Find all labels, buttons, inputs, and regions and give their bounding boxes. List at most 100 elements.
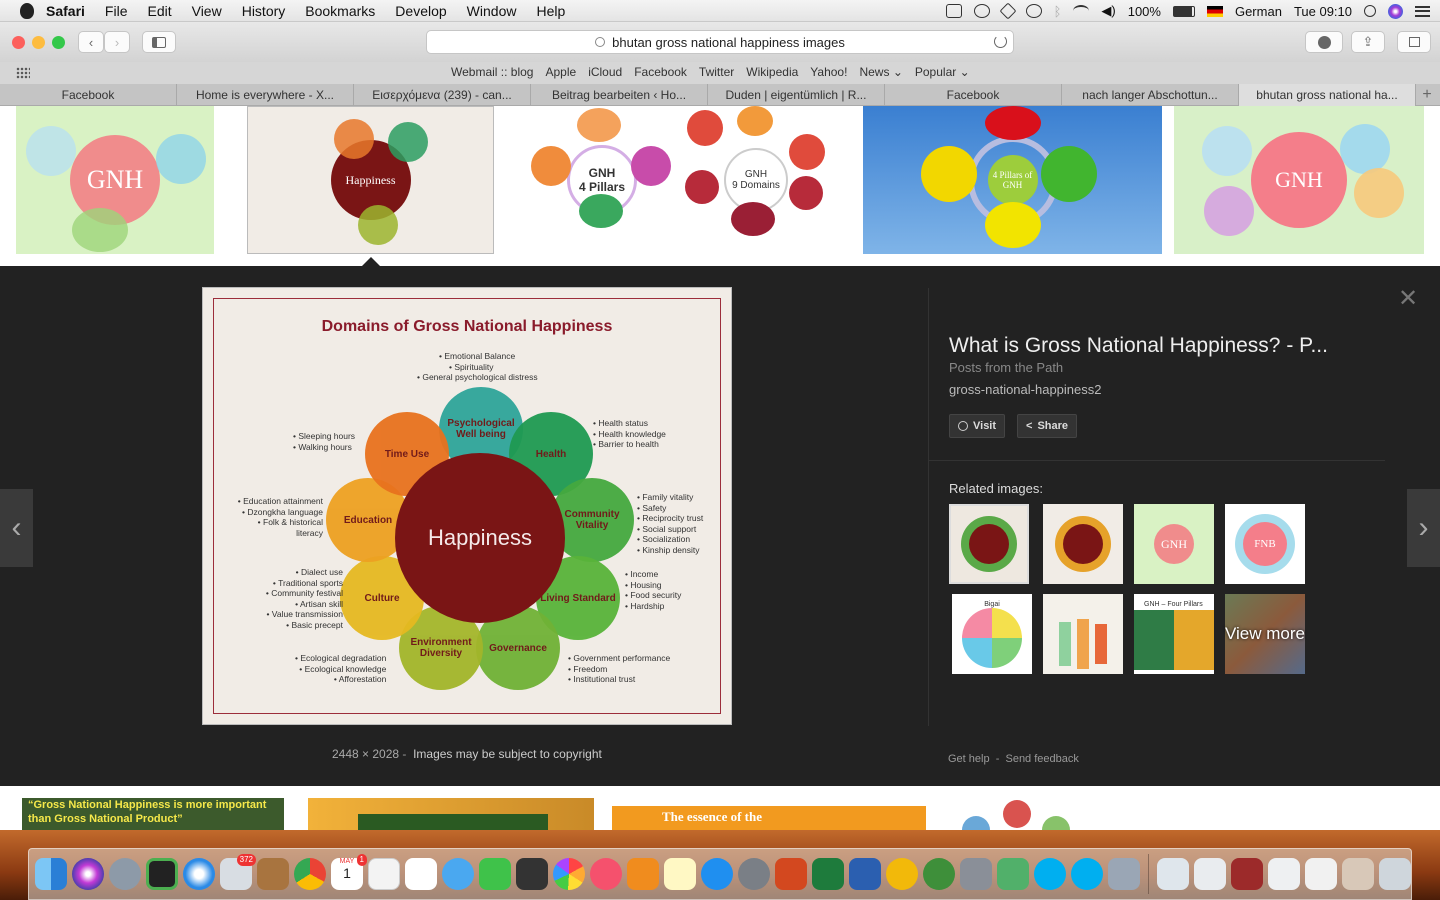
system-preferences-icon[interactable] [738,858,770,890]
siri-icon[interactable] [1388,3,1403,19]
menu-file[interactable]: File [105,3,128,19]
reminders-icon[interactable] [405,858,437,890]
stack-file-icon[interactable] [1268,858,1300,890]
tab-nach-langer[interactable]: nach langer Abschottun... [1062,84,1239,106]
tab-facebook-2[interactable]: Facebook [885,84,1062,106]
ibooks-icon[interactable] [627,858,659,890]
previous-image-button[interactable]: ‹ [0,489,33,567]
result-url[interactable]: gross-national-happiness2 [949,382,1101,397]
related-image[interactable]: GNH – Four Pillars [1134,594,1214,674]
forward-button[interactable]: › [104,31,130,53]
dashboard-icon[interactable] [146,858,178,890]
result-thumbnail[interactable] [308,798,594,830]
close-window-button[interactable] [12,36,25,49]
finder-icon[interactable] [35,858,67,890]
related-image[interactable]: GNH [1134,504,1214,584]
globe-app-icon[interactable] [923,858,955,890]
visit-button[interactable]: Visit [949,414,1006,438]
contacts-icon[interactable] [257,858,289,890]
skype-icon[interactable] [1034,858,1066,890]
dropbox-icon[interactable] [999,2,1017,20]
checkbox-status-icon[interactable] [945,4,962,18]
back-button[interactable]: ‹ [78,31,104,53]
battery-icon[interactable] [1172,5,1195,17]
spotlight-search-icon[interactable] [1364,5,1376,17]
favorite-news-folder[interactable]: News ⌄ [859,65,902,79]
menu-bookmarks[interactable]: Bookmarks [305,3,375,19]
new-tab-button[interactable]: + [1416,84,1438,105]
apple-menu-icon[interactable] [20,2,34,19]
related-image[interactable]: FNB [1225,504,1305,584]
favorite-popular-folder[interactable]: Popular ⌄ [915,65,970,79]
cloud-status-icon[interactable] [973,4,990,18]
share-button[interactable]: ⇪ [1351,31,1385,53]
tab-overview-button[interactable] [1397,31,1431,53]
next-image-button[interactable]: › [1407,489,1440,567]
sidebar-toggle-button[interactable] [142,31,176,53]
result-thumbnail[interactable]: GNH 9 Domains [681,106,831,254]
reload-icon[interactable] [994,35,1007,48]
result-thumbnail[interactable] [960,798,1080,830]
menu-window[interactable]: Window [467,3,517,19]
launchpad-icon[interactable] [109,858,141,890]
preview-tools-icon[interactable] [960,858,992,890]
send-feedback-link[interactable]: Send feedback [1005,753,1078,765]
trash-icon[interactable] [1379,858,1411,890]
siri-icon[interactable] [72,858,104,890]
tab-duden[interactable]: Duden | eigentümlich | R... [708,84,885,106]
itunes-icon[interactable] [590,858,622,890]
minimize-window-button[interactable] [32,36,45,49]
powerpoint-icon[interactable] [775,858,807,890]
tab-home-is-everywhere[interactable]: Home is everywhere - X... [177,84,354,106]
coin-app-icon[interactable] [886,858,918,890]
maps-icon[interactable] [368,858,400,890]
stack-downloads-icon[interactable] [1157,858,1189,890]
result-thumbnail[interactable]: GNH [16,106,214,254]
tab-beitrag[interactable]: Beitrag bearbeiten ‹ Ho... [531,84,708,106]
result-thumbnail[interactable]: GNH [1174,106,1424,254]
stack-documents-icon[interactable] [1194,858,1226,890]
favorite-twitter[interactable]: Twitter [699,65,734,79]
stack-images-icon[interactable] [1342,858,1374,890]
people-app-icon[interactable] [997,858,1029,890]
clock[interactable]: Tue 09:10 [1294,4,1352,19]
volume-icon[interactable]: ◀︎) [1101,3,1115,19]
tab-facebook-1[interactable]: Facebook [0,84,177,106]
photos-icon[interactable] [553,858,585,890]
app-store-icon[interactable] [701,858,733,890]
menu-edit[interactable]: Edit [147,3,171,19]
favorite-facebook[interactable]: Facebook [634,65,687,79]
tab-inbox[interactable]: Εισερχόμενα (239) - can... [354,84,531,106]
zoom-window-button[interactable] [52,36,65,49]
mail-icon[interactable]: 372 [220,854,256,890]
facetime-icon[interactable] [479,858,511,890]
excel-icon[interactable] [812,858,844,890]
favorite-yahoo[interactable]: Yahoo! [810,65,847,79]
word-icon[interactable] [849,858,881,890]
tab-bhutan-gnh[interactable]: bhutan gross national ha... [1239,84,1416,106]
downloads-button[interactable] [1305,31,1343,53]
address-bar[interactable]: bhutan gross national happiness images [426,30,1014,54]
time-machine-icon[interactable] [1025,4,1042,18]
input-language[interactable]: German [1235,4,1282,19]
notes-icon[interactable] [664,858,696,890]
wifi-icon[interactable] [1073,5,1090,17]
related-image[interactable] [949,504,1029,584]
menu-app-safari[interactable]: Safari [46,3,85,19]
favorite-wikipedia[interactable]: Wikipedia [746,65,798,79]
stack-keyboard-icon[interactable] [1305,858,1337,890]
result-thumbnail-selected[interactable]: Happiness [247,106,494,254]
menu-develop[interactable]: Develop [395,3,446,19]
favorite-apple[interactable]: Apple [545,65,576,79]
close-icon[interactable]: ✕ [1397,287,1419,311]
bluetooth-icon[interactable]: ᛒ [1054,4,1062,19]
address-bar-text[interactable]: bhutan gross national happiness images [612,35,845,50]
preview-image[interactable]: Domains of Gross National Happiness Psyc… [202,287,732,725]
result-thumbnail[interactable]: “Gross National Happiness is more import… [22,798,284,830]
safari-icon[interactable] [183,858,215,890]
share-result-button[interactable]: < Share [1017,414,1078,438]
skype-business-icon[interactable] [1071,858,1103,890]
favorite-webmail[interactable]: Webmail :: blog [451,65,533,79]
stack-folder-icon[interactable] [1231,858,1263,890]
menu-history[interactable]: History [242,3,286,19]
